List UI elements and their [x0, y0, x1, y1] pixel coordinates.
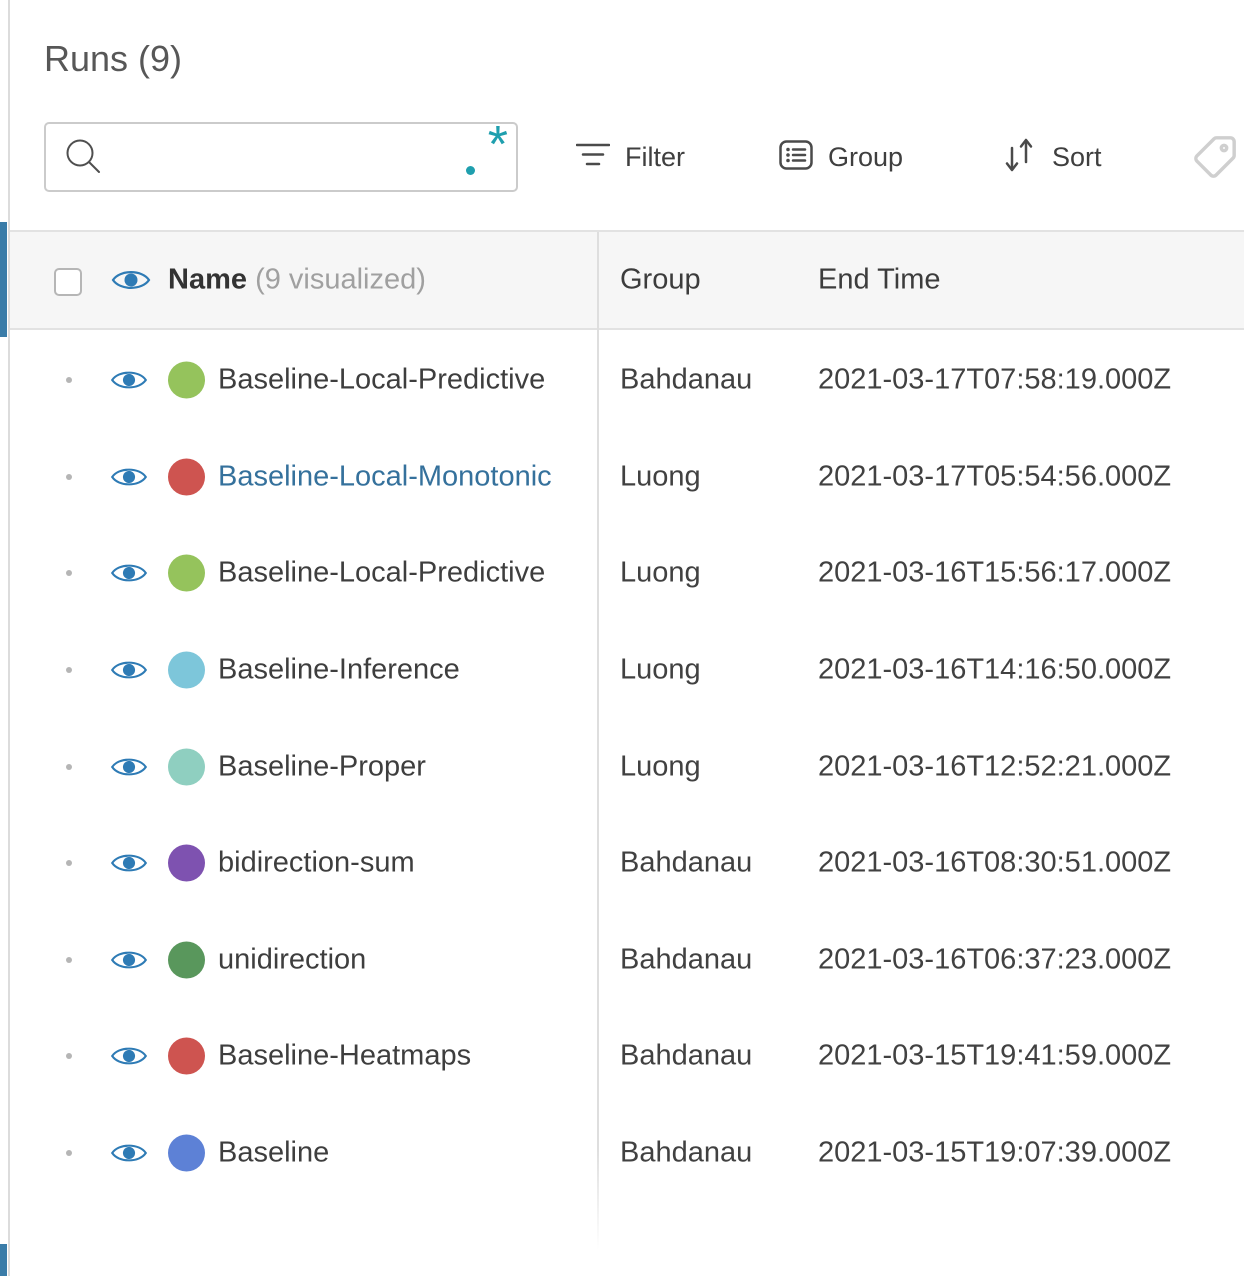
run-end-time-cell: 2021-03-16T14:16:50.000Z	[818, 653, 1172, 686]
run-group-cell: Bahdanau	[620, 846, 753, 879]
drag-handle-dot[interactable]	[66, 1053, 72, 1060]
run-name-link[interactable]: Baseline-Heatmaps	[218, 1040, 584, 1073]
group-column-header[interactable]: Group	[620, 264, 701, 297]
run-visibility-eye-icon[interactable]	[110, 753, 148, 781]
regex-toggle-icon[interactable]: *	[462, 117, 508, 185]
search-icon	[64, 137, 104, 177]
runs-table-body: Baseline-Local-Predictive Bahdanau 2021-…	[10, 332, 1244, 1201]
run-name-link[interactable]: Baseline	[218, 1137, 584, 1170]
run-color-dot[interactable]	[168, 1134, 205, 1172]
run-end-time-cell: 2021-03-16T12:52:21.000Z	[818, 750, 1172, 783]
run-visibility-eye-icon[interactable]	[110, 463, 148, 491]
table-row: bidirection-sum Bahdanau 2021-03-16T08:3…	[10, 815, 1244, 912]
run-visibility-eye-icon[interactable]	[110, 656, 148, 684]
run-color-dot[interactable]	[168, 361, 205, 399]
run-visibility-eye-icon[interactable]	[110, 1139, 148, 1167]
group-label: Group	[828, 141, 904, 172]
name-column-header[interactable]: Name (9 visualized)	[168, 264, 426, 297]
sort-icon	[1001, 136, 1037, 179]
table-row: Baseline Bahdanau 2021-03-15T19:07:39.00…	[10, 1105, 1244, 1202]
drag-handle-dot[interactable]	[66, 763, 72, 770]
sort-label: Sort	[1052, 141, 1102, 172]
run-color-dot[interactable]	[168, 941, 205, 979]
table-row: Baseline-Local-Predictive Luong 2021-03-…	[10, 525, 1244, 622]
run-visibility-eye-icon[interactable]	[110, 366, 148, 394]
filter-label: Filter	[625, 141, 685, 172]
drag-handle-dot[interactable]	[66, 956, 72, 963]
run-end-time-cell: 2021-03-16T08:30:51.000Z	[818, 846, 1172, 879]
run-group-cell: Luong	[620, 653, 701, 686]
run-name-link[interactable]: Baseline-Local-Predictive	[218, 364, 584, 397]
regex-star: *	[487, 116, 508, 174]
end-time-column-header[interactable]: End Time	[818, 264, 941, 297]
run-end-time-cell: 2021-03-16T15:56:17.000Z	[818, 556, 1172, 589]
drag-handle-dot[interactable]	[66, 377, 72, 384]
group-icon	[779, 139, 813, 175]
run-group-cell: Bahdanau	[620, 1039, 753, 1072]
table-row: unidirection Bahdanau 2021-03-16T06:37:2…	[10, 912, 1244, 1009]
run-name-link[interactable]: unidirection	[218, 943, 584, 976]
select-all-checkbox[interactable]	[54, 268, 82, 296]
run-name-link[interactable]: bidirection-sum	[218, 847, 584, 880]
run-group-cell: Bahdanau	[620, 943, 753, 976]
runs-table-header: Name (9 visualized) Group End Time	[10, 230, 1244, 330]
filter-button[interactable]: Filter	[575, 122, 685, 192]
run-color-dot[interactable]	[168, 651, 205, 689]
drag-handle-dot[interactable]	[66, 667, 72, 674]
table-row: Baseline-Inference Luong 2021-03-16T14:1…	[10, 622, 1244, 719]
run-name-link[interactable]: Baseline-Local-Monotonic	[218, 460, 584, 493]
run-color-dot[interactable]	[168, 1037, 205, 1075]
table-row: Baseline-Local-Predictive Bahdanau 2021-…	[10, 332, 1244, 429]
drag-handle-dot[interactable]	[66, 1150, 72, 1157]
sort-button[interactable]: Sort	[1001, 122, 1102, 192]
search-input[interactable]	[116, 140, 462, 174]
run-end-time-cell: 2021-03-16T06:37:23.000Z	[818, 943, 1172, 976]
table-row: Baseline-Proper Luong 2021-03-16T12:52:2…	[10, 718, 1244, 815]
run-end-time-cell: 2021-03-15T19:41:59.000Z	[818, 1039, 1172, 1072]
run-visibility-eye-icon[interactable]	[110, 559, 148, 587]
drag-handle-dot[interactable]	[66, 570, 72, 577]
runs-search-box[interactable]: *	[44, 117, 518, 192]
run-end-time-cell: 2021-03-15T19:07:39.000Z	[818, 1136, 1172, 1169]
bottom-accent-strip	[0, 1244, 7, 1276]
run-group-cell: Bahdanau	[620, 363, 753, 396]
run-color-dot[interactable]	[168, 554, 205, 592]
run-name-link[interactable]: Baseline-Local-Predictive	[218, 557, 584, 590]
header-accent-strip	[0, 222, 7, 337]
run-name-link[interactable]: Baseline-Proper	[218, 750, 584, 783]
run-visibility-eye-icon[interactable]	[110, 1042, 148, 1070]
run-visibility-eye-icon[interactable]	[110, 946, 148, 974]
tag-icon	[1192, 134, 1238, 180]
table-row: Baseline-Heatmaps Bahdanau 2021-03-15T19…	[10, 1008, 1244, 1105]
toggle-all-visibility-eye-icon[interactable]	[111, 265, 151, 295]
run-group-cell: Bahdanau	[620, 1136, 753, 1169]
run-color-dot[interactable]	[168, 844, 205, 882]
drag-handle-dot[interactable]	[66, 473, 72, 480]
regex-dot	[466, 166, 475, 175]
drag-handle-dot[interactable]	[66, 860, 72, 867]
tag-button[interactable]	[1192, 122, 1238, 192]
run-group-cell: Luong	[620, 460, 701, 493]
run-end-time-cell: 2021-03-17T05:54:56.000Z	[818, 460, 1172, 493]
run-group-cell: Luong	[620, 556, 701, 589]
filter-icon	[575, 142, 611, 173]
run-color-dot[interactable]	[168, 748, 205, 786]
group-button[interactable]: Group	[779, 122, 903, 192]
run-end-time-cell: 2021-03-17T07:58:19.000Z	[818, 363, 1172, 396]
page-title: Runs (9)	[44, 38, 183, 79]
table-row: Baseline-Local-Monotonic Luong 2021-03-1…	[10, 429, 1244, 526]
visualized-count: (9 visualized)	[255, 263, 426, 296]
run-color-dot[interactable]	[168, 458, 205, 496]
run-visibility-eye-icon[interactable]	[110, 849, 148, 877]
run-name-link[interactable]: Baseline-Inference	[218, 654, 584, 687]
run-group-cell: Luong	[620, 750, 701, 783]
